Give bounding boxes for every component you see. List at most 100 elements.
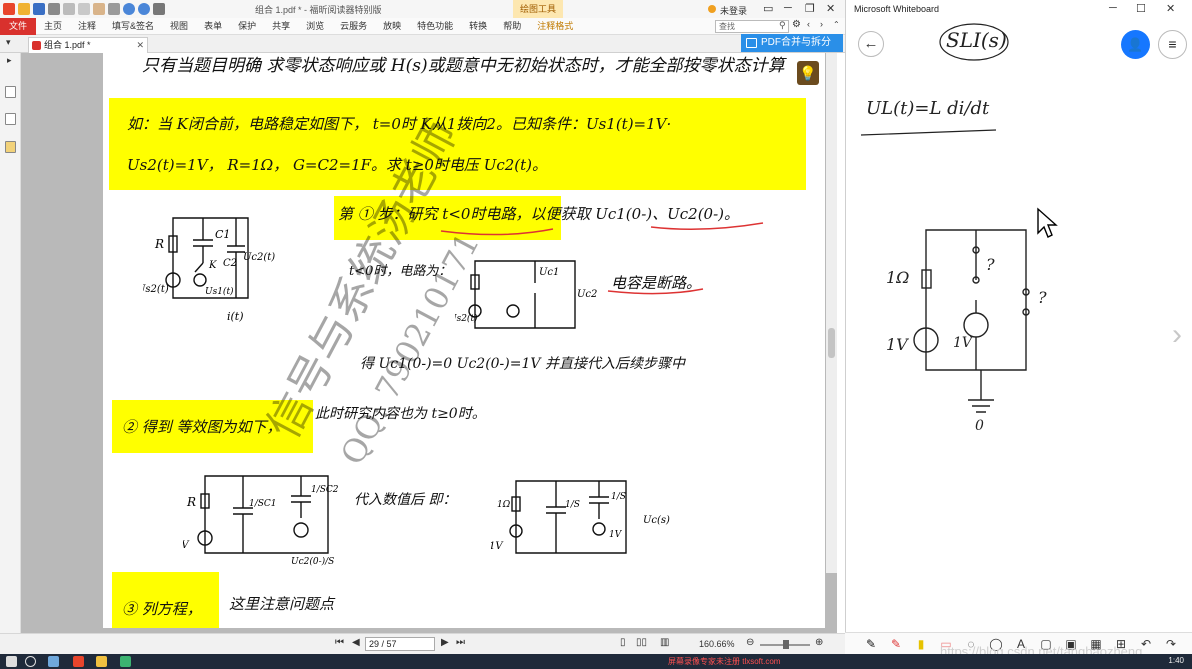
folder-icon[interactable] — [96, 656, 107, 667]
minimize-ribbon-icon[interactable]: ▭ — [763, 2, 773, 15]
collapse-ribbon-icon[interactable]: ⌃ — [833, 20, 840, 29]
status-bar: ⏮ ◀ 29 / 57 ▶ ⏭ ▯ ▯▯ ▥ 160.66% ⊖ ⊕ — [0, 633, 845, 654]
next-page-icon[interactable]: ▶ — [441, 637, 449, 648]
tool-pen-red-icon[interactable]: ✎ — [888, 636, 904, 652]
page-number-input[interactable]: 29 / 57 — [365, 637, 435, 651]
tool-highlighter-icon[interactable]: ▮ — [913, 636, 929, 652]
taskview-icon[interactable] — [48, 656, 59, 667]
last-page-icon[interactable]: ⏭ — [456, 637, 465, 648]
menu-item-13[interactable]: 注释格式 — [529, 18, 581, 35]
redo-icon[interactable] — [138, 3, 150, 15]
ink-inductor-formula: UL(t)=L di/dt — [866, 98, 990, 119]
zoom-slider-knob[interactable] — [783, 640, 789, 649]
menu-item-7[interactable]: 浏览 — [298, 18, 332, 35]
bookmark-icon[interactable] — [5, 86, 16, 98]
continuous-view-icon[interactable]: ▥ — [660, 637, 669, 648]
single-page-view-icon[interactable]: ▯ — [620, 637, 626, 648]
minimize-icon[interactable]: ─ — [784, 2, 792, 14]
circuit2-label-us2: Us2(t) — [455, 313, 478, 324]
pdf-merge-split-button[interactable]: PDF合并与拆分 — [741, 34, 843, 52]
circuit2-label-uc2: Uc2 — [577, 289, 597, 300]
menu-item-10[interactable]: 特色功能 — [409, 18, 461, 35]
circuit4-label-1V-b: 1V — [609, 530, 623, 540]
ink-circuit-sketch — [913, 229, 1030, 413]
login-status[interactable]: 未登录 — [720, 4, 747, 17]
scroll-thumb[interactable] — [828, 328, 835, 358]
pdf-reader-window: 组合 1.pdf * - 福昕阅读器特别版 绘图工具 未登录 ▭ ─ ❐ ✕ 文… — [0, 0, 845, 654]
menu-item-1[interactable]: 注释 — [70, 18, 104, 35]
tool-pen-black-icon[interactable]: ✎ — [863, 636, 879, 652]
hand-icon[interactable] — [93, 3, 105, 15]
mail-icon[interactable] — [78, 3, 90, 15]
context-tab-drawing-tools[interactable]: 绘图工具 — [513, 0, 563, 18]
circuit3-label-R: R — [186, 495, 196, 509]
expand-panel-icon[interactable]: ▸ — [7, 55, 12, 66]
search-icon[interactable]: ⚲ — [779, 20, 786, 31]
restore-icon[interactable]: ❐ — [805, 2, 815, 15]
close-tab-icon[interactable]: ✕ — [136, 38, 144, 53]
document-tab-label: 组合 1.pdf * — [44, 40, 91, 50]
circuit-diagram-s-domain: R 1V 1/SC1 1/SC2 Uc2(0-)/S — [183, 475, 339, 567]
close-icon[interactable]: ✕ — [826, 2, 835, 15]
wb-invite-user-button[interactable]: 👤 — [1121, 30, 1150, 59]
menu-item-12[interactable]: 帮助 — [495, 18, 529, 35]
window-title: 组合 1.pdf * - 福昕阅读器特别版 — [255, 5, 382, 15]
comments-icon[interactable] — [5, 141, 16, 153]
menu-item-2[interactable]: 填写&签名 — [104, 18, 162, 35]
wb-settings-menu-button[interactable]: ≡ — [1158, 30, 1187, 59]
new-icon[interactable] — [63, 3, 75, 15]
menu-item-8[interactable]: 云服务 — [332, 18, 375, 35]
circuit1-label-C1: C1 — [215, 228, 230, 241]
vertical-scrollbar[interactable] — [826, 53, 837, 573]
tool-redo-icon[interactable]: ↷ — [1163, 636, 1179, 652]
menu-item-3[interactable]: 视图 — [162, 18, 196, 35]
save-icon[interactable] — [33, 3, 45, 15]
wb-minimize-icon[interactable]: ─ — [1109, 2, 1117, 14]
zoom-in-icon[interactable]: ⊕ — [815, 637, 823, 648]
menu-item-11[interactable]: 转换 — [461, 18, 495, 35]
stamp-icon[interactable] — [153, 3, 165, 15]
select-icon[interactable] — [108, 3, 120, 15]
menu-item-6[interactable]: 共享 — [264, 18, 298, 35]
two-page-view-icon[interactable]: ▯▯ — [636, 637, 647, 648]
document-tab[interactable]: 组合 1.pdf * ✕ — [28, 37, 148, 53]
nav-down-icon[interactable]: › — [820, 19, 823, 29]
wb-close-icon[interactable]: ✕ — [1166, 2, 1175, 15]
wb-back-button[interactable]: ← — [858, 31, 884, 57]
file-tab[interactable]: 文件 — [0, 17, 36, 35]
wb-maximize-icon[interactable]: ☐ — [1136, 2, 1146, 15]
zoom-level: 160.66% — [699, 639, 735, 649]
recorder-icon[interactable] — [120, 656, 131, 667]
circuit1-label-uc2: Uc2(t) — [243, 252, 275, 263]
settings-icon[interactable]: ⚙ — [792, 19, 801, 30]
ink-sli-circle — [939, 23, 1009, 61]
menu-item-9[interactable]: 放映 — [375, 18, 409, 35]
undo-icon[interactable] — [123, 3, 135, 15]
menu-item-0[interactable]: 主页 — [36, 18, 70, 35]
menu-item-4[interactable]: 表单 — [196, 18, 230, 35]
pdf-file-icon — [32, 41, 41, 50]
zoom-out-icon[interactable]: ⊖ — [746, 637, 754, 648]
next-page-arrow-icon[interactable]: › — [1172, 318, 1182, 352]
first-page-icon[interactable]: ⏮ — [335, 637, 344, 648]
menu-item-5[interactable]: 保护 — [230, 18, 264, 35]
pdf-titlebar: 组合 1.pdf * - 福昕阅读器特别版 绘图工具 未登录 ▭ ─ ❐ ✕ — [0, 0, 845, 18]
print-icon[interactable] — [48, 3, 60, 15]
recorder-unregistered-notice: 屏幕录像专家未注册 tlxsoft.com — [668, 657, 781, 666]
ink-formula-underline — [860, 129, 997, 136]
open-icon[interactable] — [18, 3, 30, 15]
circuit4-label-1overS-a: 1/S — [565, 500, 580, 510]
search-taskbar-icon[interactable] — [25, 656, 36, 667]
prev-page-icon[interactable]: ◀ — [352, 637, 360, 648]
pages-icon[interactable] — [5, 113, 16, 125]
start-icon[interactable] — [6, 656, 17, 667]
document-view[interactable]: 只有当题目明确 求零状态响应或 H(s)或题意中无初始状态时，才能全部按零状态计… — [21, 53, 837, 633]
user-icon — [708, 5, 716, 13]
tab-list-icon[interactable]: ▾ — [6, 37, 11, 48]
search-input[interactable]: 查找 — [715, 20, 789, 33]
nav-up-icon[interactable]: ‹ — [807, 19, 810, 29]
circuit3-label-zc2: 1/SC2 — [311, 485, 339, 495]
circuit-diagram-numeric: 1Ω 1V 1/S 1/S 1V Uc(s) — [491, 480, 670, 554]
tips-lightbulb-icon[interactable]: 💡 — [797, 61, 819, 85]
pdf-app-icon[interactable] — [73, 656, 84, 667]
